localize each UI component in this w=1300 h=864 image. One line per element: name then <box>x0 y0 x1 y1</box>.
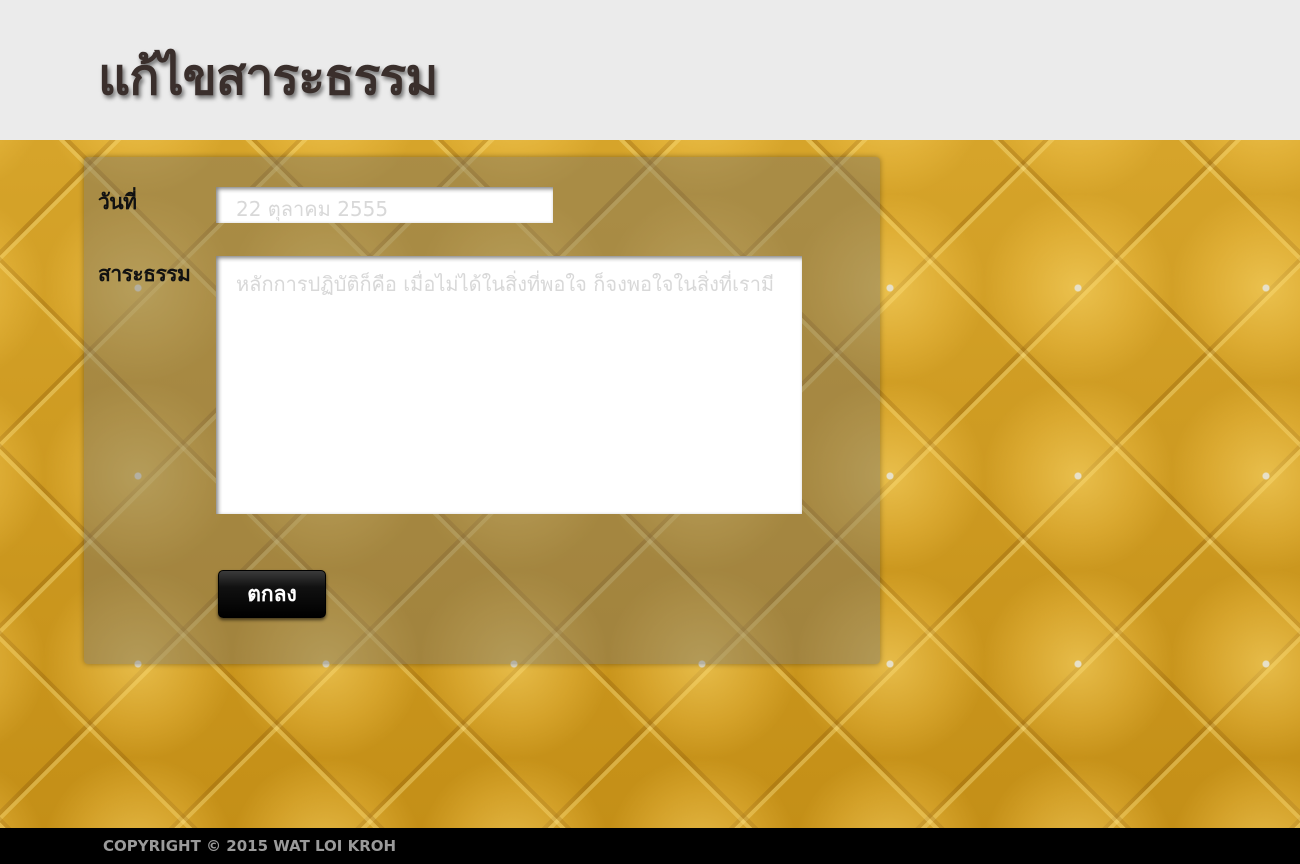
content-textarea[interactable] <box>216 256 802 514</box>
page-header: แก้ไขสาระธรรม <box>0 0 1300 140</box>
page-footer: COPYRIGHT © 2015 WAT LOI KROH <box>0 828 1300 864</box>
content-label: สาระธรรม <box>98 262 191 286</box>
submit-button[interactable]: ตกลง <box>218 570 326 618</box>
date-input[interactable] <box>216 187 553 223</box>
date-label: วันที่ <box>98 190 137 214</box>
copyright-text: COPYRIGHT © 2015 WAT LOI KROH <box>103 837 397 855</box>
page-title: แก้ไขสาระธรรม <box>98 48 438 106</box>
